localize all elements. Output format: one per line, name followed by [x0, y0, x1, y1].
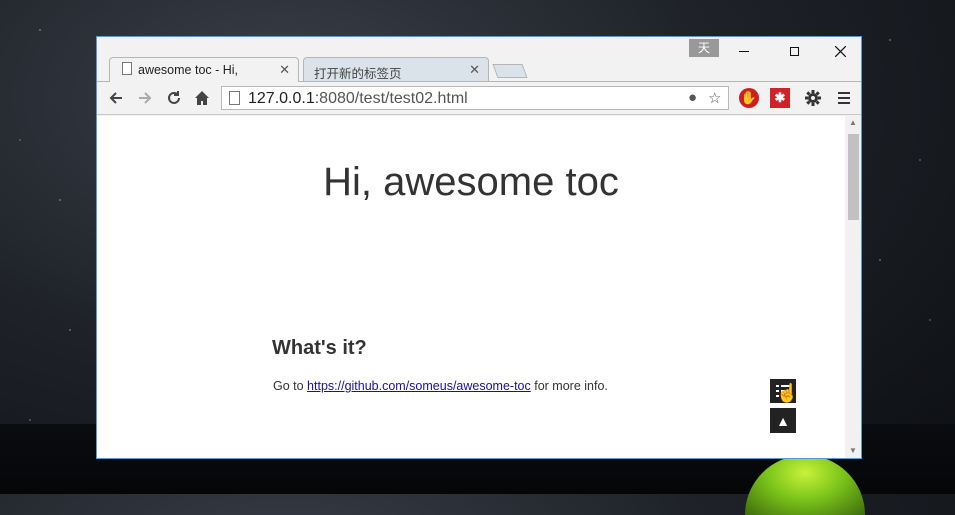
title-bar: 天 awesome toc - Hi, ✕ 打开新的标签页 ✕	[97, 37, 863, 82]
info-paragraph: Go to https://github.com/someus/awesome-…	[273, 379, 608, 393]
address-bar[interactable]: 127.0.0.1:8080/test/test02.html ● ☆	[221, 86, 729, 110]
reload-icon	[168, 91, 180, 104]
new-tab-button[interactable]	[492, 64, 528, 78]
scroll-up-arrow-icon[interactable]: ▲	[845, 116, 861, 130]
scroll-thumb[interactable]	[848, 134, 859, 220]
browser-window: 天 awesome toc - Hi, ✕ 打开新的标签页 ✕ 127.0.0.…	[96, 36, 862, 459]
page-title: Hi, awesome toc	[323, 160, 619, 204]
reload-button[interactable]	[163, 87, 185, 109]
lastpass-extension-button[interactable]: ✱	[770, 88, 790, 108]
pointer-hand-icon: ☝	[776, 383, 799, 403]
ime-indicator[interactable]: 天	[689, 39, 719, 57]
maximize-button[interactable]	[771, 37, 817, 65]
vertical-scrollbar[interactable]: ▲ ▼	[845, 116, 861, 458]
gear-icon	[805, 90, 821, 106]
back-button[interactable]	[105, 87, 127, 109]
home-icon	[195, 91, 209, 105]
close-icon	[834, 45, 846, 57]
tab-close-icon[interactable]: ✕	[279, 62, 290, 78]
maximize-icon	[789, 46, 799, 56]
chrome-menu-button[interactable]	[833, 87, 855, 109]
minimize-button[interactable]	[721, 37, 767, 65]
browser-toolbar: 127.0.0.1:8080/test/test02.html ● ☆ ✋ ✱	[97, 81, 861, 115]
hamburger-menu-icon	[838, 92, 850, 104]
page-icon	[122, 62, 132, 75]
scroll-to-top-button[interactable]: ▲	[770, 408, 796, 433]
tab-title: 打开新的标签页	[314, 67, 402, 81]
tab-new-tab-page[interactable]: 打开新的标签页 ✕	[303, 57, 489, 81]
page-viewport[interactable]: Hi, awesome toc What's it? Go to https:/…	[97, 116, 861, 458]
triangle-up-icon: ▲	[776, 412, 790, 429]
close-window-button[interactable]	[817, 37, 863, 65]
adblock-extension-button[interactable]: ✋	[739, 88, 759, 108]
lightbulb-icon[interactable]: ●	[688, 89, 697, 106]
asterisk-icon: ✱	[774, 90, 786, 105]
para-prefix: Go to	[273, 379, 308, 393]
home-button[interactable]	[191, 87, 213, 109]
scroll-down-arrow-icon[interactable]: ▼	[845, 444, 861, 458]
tab-title: awesome toc - Hi,	[138, 63, 239, 77]
tab-close-icon[interactable]: ✕	[469, 62, 480, 78]
url-text: 127.0.0.1:8080/test/test02.html	[248, 90, 468, 108]
tab-awesome-toc[interactable]: awesome toc - Hi, ✕	[109, 57, 299, 82]
para-suffix: for more info.	[530, 379, 608, 393]
github-link[interactable]: https://github.com/someus/awesome-toc	[307, 379, 531, 393]
settings-extension-button[interactable]	[802, 87, 824, 109]
stop-hand-icon: ✋	[740, 90, 758, 105]
forward-arrow-icon	[139, 92, 152, 104]
url-host: 127.0.0.1	[248, 90, 315, 107]
section-heading: What's it?	[272, 337, 367, 359]
url-path: :8080/test/test02.html	[314, 90, 468, 107]
star-icon[interactable]: ☆	[708, 89, 721, 107]
page-info-icon	[229, 91, 240, 105]
back-arrow-icon	[109, 92, 122, 104]
forward-button[interactable]	[134, 87, 156, 109]
minimize-icon	[739, 50, 749, 52]
